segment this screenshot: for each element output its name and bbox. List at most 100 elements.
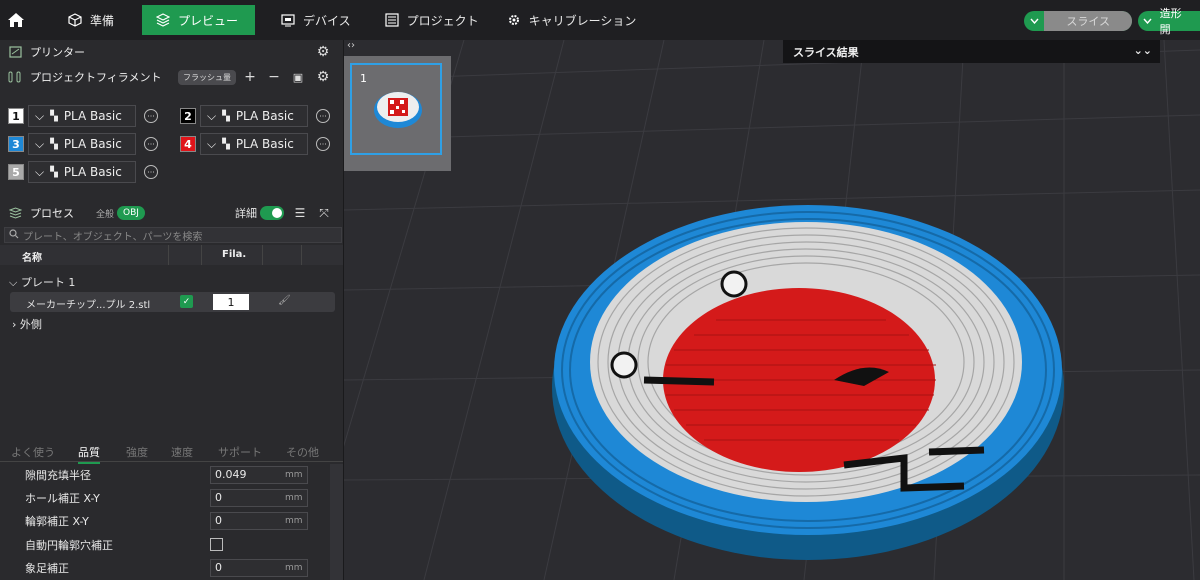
tab-others[interactable]: その他 — [286, 444, 319, 460]
filament-name: PLA Basic — [63, 137, 122, 151]
printer-settings-icon[interactable]: ⚙ — [315, 44, 331, 60]
slice-result-title: スライス結果 — [793, 45, 859, 59]
flush-volume-button[interactable]: フラッシュ量 — [178, 69, 236, 85]
tab-calibration-label: キャリブレーション — [528, 13, 637, 28]
filament-number: 1 — [8, 108, 24, 124]
more-icon[interactable]: ··· — [144, 109, 158, 123]
tab-strength[interactable]: 強度 — [126, 444, 148, 460]
device-icon — [281, 13, 295, 27]
prop-label: ホール補正 X-Y — [25, 491, 100, 505]
filament-number: 2 — [180, 108, 196, 124]
slice-button[interactable]: スライス — [1024, 11, 1132, 31]
tab-prepare-label: 準備 — [90, 13, 115, 28]
list-icon[interactable]: ☰ — [292, 205, 308, 221]
filament-slot-5[interactable]: 5 ⌵ ▚ PLA Basic ··· — [8, 161, 158, 183]
compare-icon[interactable]: ⤧ — [316, 205, 332, 221]
filament-icon: ▚ — [50, 110, 58, 122]
tab-device[interactable]: デバイス — [267, 5, 365, 35]
project-icon — [385, 13, 399, 27]
elephant-foot-row: 象足補正 0 mm — [0, 556, 330, 579]
tab-prepare[interactable]: 準備 — [54, 5, 128, 35]
more-icon[interactable]: ··· — [316, 109, 330, 123]
gear-icon — [507, 13, 521, 27]
chevron-down-icon: ⌵ — [35, 108, 45, 123]
search-placeholder: プレート、オブジェクト、パーツを検索 — [23, 231, 203, 243]
printer-section: プリンター ⚙ — [0, 42, 343, 62]
tab-preview-label: プレビュー — [178, 13, 239, 28]
detail-toggle[interactable] — [260, 206, 284, 220]
process-object-toggle[interactable]: OBJ — [117, 206, 145, 220]
prop-unit: mm — [285, 469, 303, 480]
search-input[interactable]: プレート、オブジェクト、パーツを検索 — [4, 227, 342, 243]
object-filament-select[interactable]: 1 — [213, 294, 249, 310]
print-button[interactable]: 造形開 — [1138, 7, 1200, 36]
tab-preview[interactable]: プレビュー — [142, 5, 256, 35]
more-icon[interactable]: ··· — [316, 137, 330, 151]
more-icon[interactable]: ··· — [144, 137, 158, 151]
tab-speed[interactable]: 速度 — [171, 444, 193, 460]
filament-dropdown[interactable]: ⌵ ▚ PLA Basic — [200, 105, 308, 127]
prop-unit: mm — [285, 515, 303, 526]
tab-calibration[interactable]: キャリブレーション — [493, 5, 651, 35]
filament-dropdown[interactable]: ⌵ ▚ PLA Basic — [200, 133, 308, 155]
paint-brush-icon[interactable]: 🖌 — [278, 295, 291, 306]
settings-tabs: よく使う 品質 強度 速度 サポート その他 — [0, 441, 343, 464]
auto-circle-checkbox[interactable] — [210, 538, 223, 551]
plate-tree-item[interactable]: ⌵ プレート 1 — [9, 274, 75, 290]
chevron-double-down-icon[interactable]: ⌄⌄ — [1134, 44, 1152, 57]
filament-number: 4 — [180, 136, 196, 152]
filament-name: PLA Basic — [63, 165, 122, 179]
filament-number: 3 — [8, 136, 24, 152]
filament-slot-3[interactable]: 3 ⌵ ▚ PLA Basic ··· — [8, 133, 158, 155]
tab-project[interactable]: プロジェクト — [371, 5, 493, 35]
plate-thumbnail[interactable]: 1 — [344, 56, 451, 171]
filament-icon: ▚ — [222, 138, 230, 150]
filament-dropdown[interactable]: ⌵ ▚ PLA Basic — [28, 161, 136, 183]
more-icon[interactable]: ··· — [144, 165, 158, 179]
search-icon — [9, 228, 19, 242]
tab-support[interactable]: サポート — [218, 444, 262, 460]
chevron-down-icon: ⌵ — [207, 136, 217, 151]
chevron-down-icon: ⌵ — [9, 276, 18, 289]
filament-slot-1[interactable]: 1 ⌵ ▚ PLA Basic ··· — [8, 105, 158, 127]
tab-project-label: プロジェクト — [406, 13, 479, 28]
prop-unit: mm — [285, 562, 303, 573]
printer-icon — [7, 44, 23, 60]
filament-icon: ▚ — [50, 166, 58, 178]
prop-unit: mm — [285, 492, 303, 503]
object-visible-checkbox[interactable]: ✓ — [180, 295, 193, 308]
settings-scrollbar[interactable] — [330, 464, 343, 580]
prop-label: 自動円輪郭穴補正 — [25, 538, 113, 552]
top-toolbar: 準備 プレビュー デバイス プロジェクト キャリブレーション スライス 造形開 — [0, 0, 1200, 40]
detail-label: 詳細 — [235, 207, 257, 220]
home-button[interactable] — [0, 0, 32, 40]
left-sidebar: プリンター ⚙ プロジェクトフィラメント フラッシュ量 + − ▣ ⚙ 1 ⌵ ▚… — [0, 40, 344, 580]
filament-dropdown[interactable]: ⌵ ▚ PLA Basic — [28, 105, 136, 127]
filament-dropdown[interactable]: ⌵ ▚ PLA Basic — [28, 133, 136, 155]
outer-tree-item[interactable]: › 外側 — [12, 316, 42, 332]
column-name: 名称 — [22, 253, 42, 264]
plate-label: プレート 1 — [20, 276, 76, 289]
object-row[interactable]: メーカーチップ...プル 2.stl ✓ 1 🖌 — [10, 292, 335, 312]
collapse-panel-icon[interactable]: ‹› — [347, 40, 355, 51]
slice-result-panel[interactable]: スライス結果 ⌄⌄ — [783, 40, 1160, 63]
filament-slot-2[interactable]: 2 ⌵ ▚ PLA Basic ··· — [180, 105, 330, 127]
slice-button-label: スライス — [1044, 11, 1132, 31]
remove-icon[interactable]: − — [266, 69, 282, 85]
tab-common[interactable]: よく使う — [11, 444, 55, 460]
filament-name: PLA Basic — [235, 137, 294, 151]
filament-slot-4[interactable]: 4 ⌵ ▚ PLA Basic ··· — [180, 133, 330, 155]
chevron-down-icon: ⌵ — [35, 164, 45, 179]
outer-label: 外側 — [19, 318, 42, 331]
object-name: メーカーチップ...プル 2.stl — [26, 300, 151, 311]
add-icon[interactable]: + — [242, 69, 258, 85]
process-title: プロセス — [30, 207, 74, 220]
process-global-toggle[interactable]: 全般 — [96, 207, 114, 220]
filament-sync-icon[interactable]: ▣ — [290, 69, 306, 85]
chevron-down-icon — [1138, 11, 1158, 31]
print-button-label: 造形開 — [1159, 7, 1182, 36]
3d-viewport[interactable]: 1 ‹› スライス結果 ⌄⌄ — [344, 40, 1200, 580]
contour-xy-row: 輪郭補正 X-Y 0 mm — [0, 509, 330, 532]
filament-settings-icon[interactable]: ⚙ — [315, 69, 331, 85]
object-table-header: 名称 Fila. — [0, 245, 343, 265]
